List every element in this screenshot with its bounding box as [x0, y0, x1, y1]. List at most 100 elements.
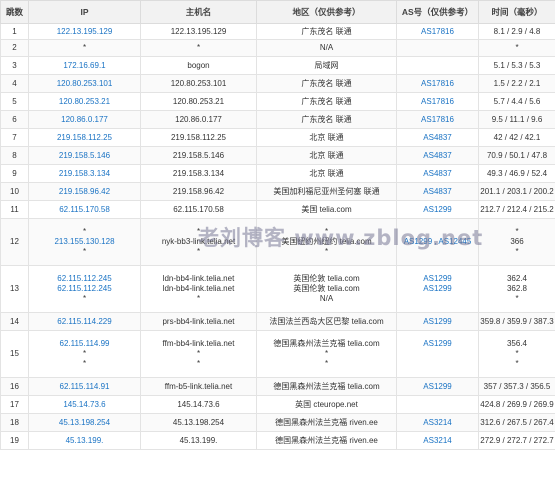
hop-cell: 19	[0, 431, 29, 450]
ip-cell: 62.115.170.58	[28, 200, 141, 219]
asn-cell: AS1299	[396, 312, 479, 331]
ip-link[interactable]: 219.158.3.134	[30, 169, 140, 179]
asn-link[interactable]: AS4837	[398, 169, 478, 179]
ip-cell: 62.115.114.91	[28, 377, 141, 396]
ip-cell: 120.86.0.177	[28, 110, 141, 129]
ip-link[interactable]: 62.115.114.229	[30, 317, 140, 327]
ip-link[interactable]: 219.158.5.146	[30, 151, 140, 161]
time-text: 9.5 / 11.1 / 9.6	[491, 114, 543, 124]
ip-cell: 45.13.198.254	[28, 413, 141, 432]
asn-link[interactable]: AS3214	[398, 418, 478, 428]
ip-link[interactable]: 122.13.195.129	[30, 27, 140, 37]
region-text: 英国伦敦 telia.com	[293, 284, 360, 293]
hop-cell: 18	[0, 413, 29, 432]
ip-cell: 145.14.73.6	[28, 395, 141, 414]
asn-link[interactable]: AS3214	[398, 436, 478, 446]
ip-link[interactable]: 62.115.112.245	[30, 284, 140, 294]
ip-link[interactable]: 219.158.112.25	[30, 133, 140, 143]
ip-link[interactable]: 62.115.112.245	[30, 274, 140, 284]
region-cell: N/A	[256, 39, 397, 57]
hop-cell: 9	[0, 164, 29, 183]
asn-text	[398, 294, 478, 304]
hostname-cell: 219.158.5.146	[140, 146, 257, 165]
hostname-cell: prs-bb4-link.telia.net	[140, 312, 257, 331]
asn-link[interactable]: AS4837	[398, 151, 478, 161]
host-text: bogon	[187, 60, 210, 70]
time-text: 212.7 / 212.4 / 215.2	[480, 204, 554, 214]
host-text: 219.158.5.146	[172, 150, 225, 160]
ip-link[interactable]: 219.158.96.42	[30, 187, 140, 197]
region-text: *	[324, 349, 329, 358]
time-text: *	[515, 294, 519, 303]
asn-link[interactable]: AS1299	[398, 317, 478, 327]
ip-cell: 219.158.112.25	[28, 128, 141, 147]
ip-cell: * 213.155.130.128 *	[28, 218, 141, 266]
table-row: 13 62.115.112.245 62.115.112.245 * ldn-bb4-l…	[0, 265, 555, 313]
asn-link[interactable]: AS17816	[398, 115, 478, 125]
asn-link[interactable]: AS1299	[398, 382, 478, 392]
time-cell: 424.8 / 269.9 / 269.9	[478, 395, 555, 414]
ip-link[interactable]: 120.86.0.177	[30, 115, 140, 125]
region-text: 德国黑森州法兰克福 riven.ee	[275, 435, 378, 445]
asn-cell: AS4837	[396, 182, 479, 201]
asn-link[interactable]: AS4837	[398, 133, 478, 143]
asn-link[interactable]: AS1299	[398, 339, 478, 349]
time-text: *	[515, 227, 519, 236]
time-cell: 212.7 / 212.4 / 215.2	[478, 200, 555, 219]
asn-link[interactable]: AS1299	[398, 284, 478, 294]
table-row: 2 * * N/A *	[0, 39, 555, 57]
ip-link[interactable]: 213.155.130.128	[30, 237, 140, 247]
region-text: 北京 联通	[309, 132, 344, 142]
table-row: 5 120.80.253.21 120.80.253.21 广东茂名 联通 AS1781…	[0, 92, 555, 111]
ip-link[interactable]: 145.14.73.6	[30, 400, 140, 410]
region-cell: 广东茂名 联通	[256, 92, 397, 111]
asn-link[interactable]: AS17816	[398, 79, 478, 89]
host-text: 122.13.195.129	[170, 26, 227, 36]
table-row: 16 62.115.114.91 ffm-b5-link.telia.net 德国黑森…	[0, 377, 555, 396]
table-row: 9 219.158.3.134 219.158.3.134 北京 联通 AS4837 49…	[0, 164, 555, 183]
ip-text: *	[82, 247, 87, 256]
ip-link[interactable]: 45.13.199.	[30, 436, 140, 446]
asn-link[interactable]: AS1299	[398, 205, 478, 215]
time-cell: 359.8 / 359.9 / 387.3	[478, 312, 555, 331]
asn-text	[398, 43, 478, 53]
asn-link[interactable]: AS4837	[398, 187, 478, 197]
time-cell: 42 / 42 / 42.1	[478, 128, 555, 147]
asn-link[interactable]: AS1299	[398, 274, 478, 284]
region-text: 德国黑森州法兰克福 telia.com	[273, 339, 380, 348]
time-text: 366	[510, 237, 524, 246]
region-cell: 广东茂名 联通	[256, 74, 397, 93]
hop-cell: 15	[0, 330, 29, 378]
asn-cell: AS4837	[396, 146, 479, 165]
hostname-cell: ffm-b5-link.telia.net	[140, 377, 257, 396]
hop-cell: 10	[0, 182, 29, 201]
table-row: 4 120.80.253.101 120.80.253.101 广东茂名 联通 AS17…	[0, 74, 555, 93]
host-text: *	[196, 294, 201, 303]
ip-link[interactable]: 120.80.253.21	[30, 97, 140, 107]
ip-link[interactable]: 45.13.198.254	[30, 418, 140, 428]
time-cell: 49.3 / 46.9 / 52.4	[478, 164, 555, 183]
ip-link[interactable]: 62.115.114.91	[30, 382, 140, 392]
hop-cell: 8	[0, 146, 29, 165]
ip-link[interactable]: 172.16.69.1	[30, 61, 140, 71]
time-cell: 5.1 / 5.3 / 5.3	[478, 56, 555, 75]
asn-cell: AS1299	[396, 200, 479, 219]
time-text: *	[515, 349, 519, 358]
header-hop: 跳数	[0, 0, 29, 24]
host-text: 45.13.199.	[179, 435, 218, 445]
asn-link[interactable]: AS17816	[398, 97, 478, 107]
asn-link[interactable]: AS17816	[398, 27, 478, 37]
asn-cell: AS17816	[396, 23, 479, 40]
table-row: 11 62.115.170.58 62.115.170.58 美国 telia.com…	[0, 200, 555, 219]
time-cell: * 366 *	[478, 218, 555, 266]
host-text: 62.115.170.58	[173, 204, 224, 214]
region-cell: 美国加利福尼亚州圣何塞 联通	[256, 182, 397, 201]
ip-link[interactable]: 62.115.170.58	[30, 205, 140, 215]
ip-link[interactable]: 120.80.253.101	[30, 79, 140, 89]
region-text: N/A	[319, 294, 334, 303]
region-cell: 法国法兰西岛大区巴黎 telia.com	[256, 312, 397, 331]
ip-cell: 120.80.253.101	[28, 74, 141, 93]
header-ip: IP	[28, 0, 141, 24]
table-row: 3 172.16.69.1 bogon 局域网 5.1 / 5.3 / 5.3	[0, 56, 555, 75]
ip-link[interactable]: 62.115.114.99	[30, 339, 140, 349]
